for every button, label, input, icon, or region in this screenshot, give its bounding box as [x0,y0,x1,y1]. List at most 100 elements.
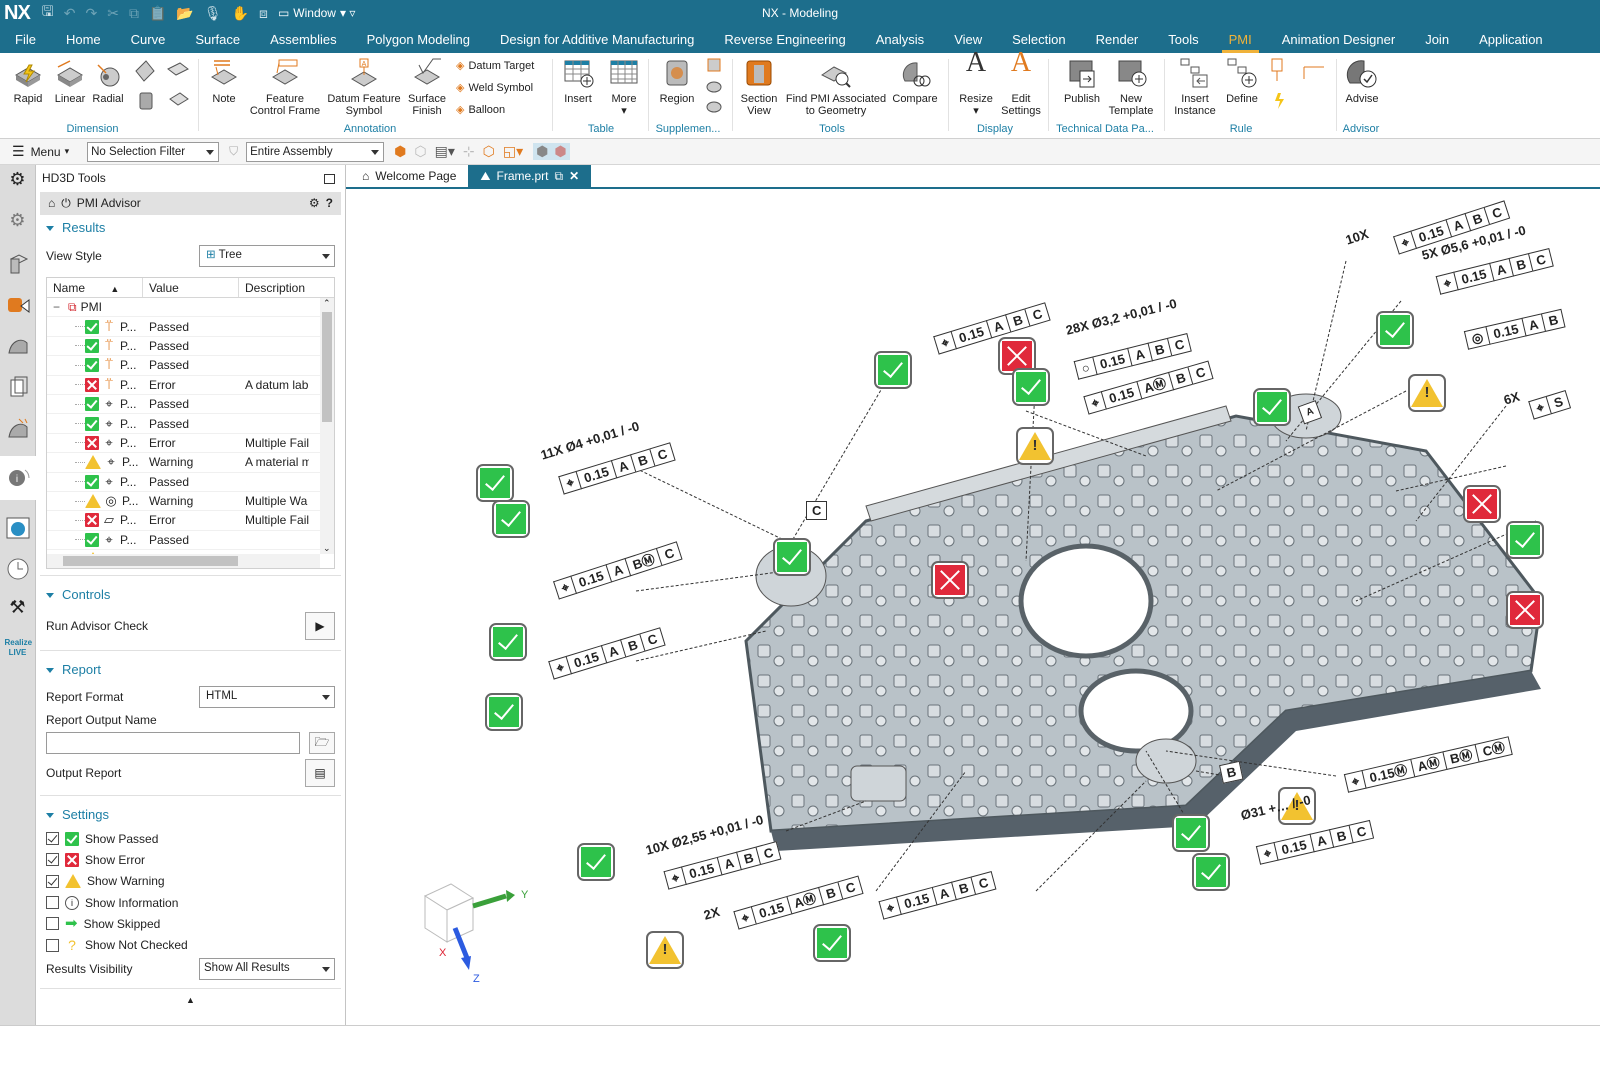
column-header-description[interactable]: Description [239,278,323,297]
menu-tab-selection[interactable]: Selection [997,26,1080,53]
constraint-navigator-icon[interactable] [5,292,31,318]
passed-check-badge[interactable] [874,351,912,389]
select-assembly-icon[interactable]: ⬢ [394,143,406,160]
menu-tab-reverse-engineering[interactable]: Reverse Engineering [709,26,860,53]
touch-mode-icon[interactable]: ✋ [232,5,249,22]
roles-gears-icon[interactable]: ⚙ [5,210,31,236]
filter-reset-icon[interactable]: ⛉ [229,144,238,159]
warning-check-badge[interactable]: ! [1408,374,1446,412]
horizontal-scrollbar[interactable] [47,554,320,568]
undock-tab-icon[interactable]: ⧉ [555,165,564,187]
collapse-tree-icon[interactable]: − [53,300,60,314]
tab-welcome-page[interactable]: ⌂ Welcome Page [350,165,468,187]
table-insert-button[interactable]: Insert [558,57,598,105]
copy-icon[interactable]: ⧉ [129,5,139,22]
passed-check-badge[interactable] [577,843,615,881]
insert-instance-button[interactable]: Insert Instance [1170,57,1220,117]
passed-check-badge[interactable] [1506,521,1544,559]
result-row[interactable]: ◎ P... Warning Multiple Wa [47,492,334,512]
datum-target-button[interactable]: ◈ Datum Target [456,59,534,73]
result-row[interactable]: ⍡ P... Passed [47,356,334,376]
menu-tab-home[interactable]: Home [51,26,116,53]
resize-button[interactable]: A Resize ▾ [954,49,998,118]
result-row[interactable]: ⍡ P... Passed [47,317,334,337]
weld-symbol-button[interactable]: ◈ Weld Symbol [456,81,533,95]
run-advisor-check-button[interactable]: ▶ [305,612,335,640]
checkbox[interactable] [46,832,59,846]
power-icon[interactable]: ⏻ [61,192,71,215]
collapse-panel-arrow-icon[interactable]: ▲ [36,995,345,1005]
menu-chevron-icon[interactable]: ▾ [65,146,70,157]
part-navigator-icon[interactable] [5,333,31,359]
output-report-button[interactable]: ▤ [305,759,335,787]
result-row[interactable]: ⌖ P... Passed [47,414,334,434]
column-header-name[interactable]: Name ▲ [47,278,143,297]
show-hidden-icon[interactable]: ⬢ [533,143,552,160]
hd3d-visual-reports-icon[interactable] [5,415,31,441]
error-check-badge[interactable] [1506,591,1544,629]
history-clock-icon[interactable] [5,556,31,582]
vertical-scrollbar[interactable]: ⌃ ⌄ [320,298,334,554]
menu-tab-analysis[interactable]: Analysis [861,26,939,53]
find-pmi-button[interactable]: Find PMI Associated to Geometry [784,57,888,117]
menu-tab-tools[interactable]: Tools [1153,26,1213,53]
select-face-icon[interactable]: ◱▾ [503,143,523,160]
passed-check-badge[interactable] [773,538,811,576]
passed-check-badge[interactable] [813,924,851,962]
scope-dropdown[interactable]: Entire Assembly [246,141,385,162]
menu-tab-join[interactable]: Join [1410,26,1464,53]
graphics-viewport[interactable]: !!!! ⌖ 0.15 A B C 10X ⌖ 0.15 A B C 5X Ø5,6 +0,01 / … [346,191,1600,1025]
web-browser-icon[interactable] [5,515,31,541]
error-check-badge[interactable] [931,561,969,599]
result-row[interactable]: ⌖ P... Passed [47,395,334,415]
hd3d-tools-icon[interactable]: i [0,456,36,500]
close-tab-icon[interactable]: ✕ [569,165,579,187]
balloon-button[interactable]: ◈ Balloon [456,103,505,117]
menu-tab-curve[interactable]: Curve [116,26,181,53]
result-row[interactable]: ▱ P... Error Multiple Fail [47,511,334,531]
results-visibility-dropdown[interactable]: Show All Results [199,957,335,980]
save-icon[interactable]: 🖫 [42,1,54,25]
open-icon[interactable]: 📂 [176,5,193,22]
checkbox[interactable] [46,938,59,952]
rule-small-icons[interactable] [1268,57,1328,117]
setting-show-information[interactable]: i Show Information [36,892,345,913]
setting-show-passed[interactable]: Show Passed [36,828,345,849]
rapid-button[interactable]: Rapid [8,57,48,105]
show-faceted-icon[interactable]: ⬢ [551,143,570,160]
menu-tab-surface[interactable]: Surface [180,26,255,53]
compare-button[interactable]: Compare [890,57,940,105]
new-template-button[interactable]: New Template [1106,57,1156,117]
datum-feature-symbol-button[interactable]: A Datum Feature Symbol [326,57,402,117]
menu-tab-design-for-additive-manufacturing[interactable]: Design for Additive Manufacturing [485,26,709,53]
settings-gear-icon[interactable]: ⚙ [5,169,31,195]
radial-button[interactable]: Radial [88,57,128,105]
maximize-panel-icon[interactable] [324,174,335,184]
passed-check-badge[interactable] [489,623,527,661]
advisor-settings-icon[interactable]: ⚙ [309,192,320,215]
select-feature-icon[interactable]: ⬡ [483,143,495,160]
table-more-button[interactable]: More ▾ [604,57,644,117]
passed-check-badge[interactable] [1012,368,1050,406]
browse-output-button[interactable]: 🗁 [309,732,335,754]
section-view-button[interactable]: Section View [736,57,782,117]
undo-icon[interactable]: ↶ [64,5,76,22]
redo-icon[interactable]: ↷ [85,5,97,22]
menu-button[interactable]: Menu [31,145,61,159]
result-row[interactable]: ⍡ P... Passed [47,337,334,357]
edit-settings-button[interactable]: A Edit Settings [998,49,1044,118]
cut-icon[interactable]: ✂ [107,5,119,22]
report-format-dropdown[interactable]: HTML [199,686,335,708]
passed-check-badge[interactable] [485,693,523,731]
menu-tab-assemblies[interactable]: Assemblies [255,26,351,53]
selection-filter-dropdown[interactable]: No Selection Filter [87,141,220,162]
column-header-value[interactable]: Value [143,278,239,297]
result-row[interactable]: ⌖ P... Passed [47,531,334,551]
snap-icon[interactable]: ⊹ [463,143,475,160]
feature-control-frame-button[interactable]: Feature Control Frame [248,57,322,117]
linear-button[interactable]: Linear [50,57,90,105]
menu-tab-application[interactable]: Application [1464,26,1558,53]
checkbox[interactable] [46,896,59,910]
setting-show-not-checked[interactable]: ? Show Not Checked [36,934,345,955]
angular-dimension-icon[interactable] [132,57,192,117]
